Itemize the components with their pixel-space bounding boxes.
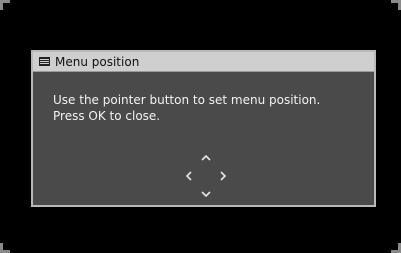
- message-line-2: Press OK to close.: [53, 109, 161, 123]
- pointer-button-indicator[interactable]: [183, 152, 229, 198]
- chevron-left-icon[interactable]: [183, 170, 195, 182]
- corner-mark: [0, 0, 3, 10]
- chevron-up-icon[interactable]: [200, 152, 212, 164]
- chevron-down-icon[interactable]: [200, 188, 212, 200]
- message-line-1: Use the pointer button to set menu posit…: [53, 93, 321, 107]
- dialog-titlebar: Menu position: [33, 52, 374, 72]
- dialog-message: Use the pointer button to set menu posit…: [53, 92, 320, 124]
- menu-position-dialog: Menu position Use the pointer button to …: [31, 50, 376, 207]
- chevron-right-icon[interactable]: [217, 170, 229, 182]
- corner-mark: [0, 243, 3, 253]
- camera-screen: Menu position Use the pointer button to …: [0, 0, 401, 253]
- menu-icon: [39, 57, 50, 66]
- dialog-title: Menu position: [55, 54, 140, 69]
